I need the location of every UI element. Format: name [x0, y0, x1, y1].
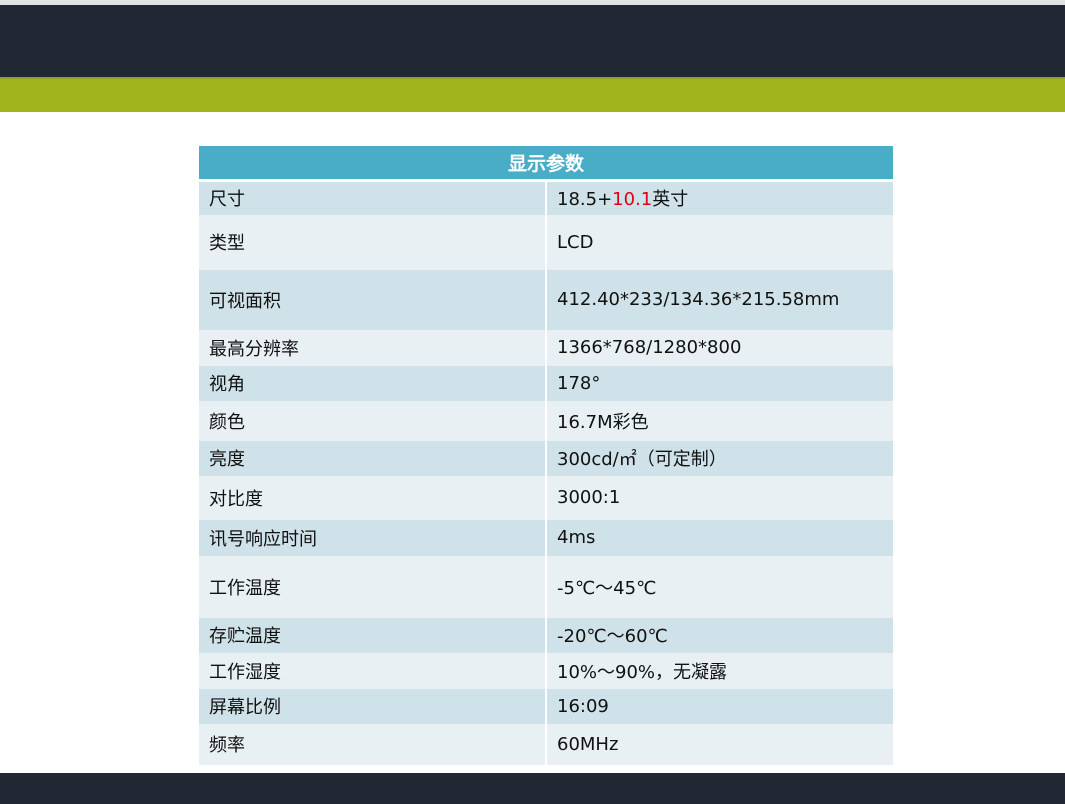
- value-prefix: 18.5+: [557, 189, 613, 211]
- row-value: LCD: [546, 214, 893, 270]
- row-label: 可视面积: [199, 269, 547, 330]
- row-label: 视角: [199, 365, 547, 401]
- header-bar: [0, 5, 1065, 77]
- row-label: 类型: [199, 214, 547, 270]
- row-label: 尺寸: [199, 180, 547, 215]
- table-row: 可视面积 412.40*233/134.36*215.58mm: [199, 269, 893, 330]
- row-value: 16:09: [546, 688, 893, 724]
- row-label: 屏幕比例: [199, 688, 547, 724]
- table-row: 屏幕比例 16:09: [199, 688, 893, 724]
- row-value: 60MHz: [546, 723, 893, 765]
- table-row: 亮度 300cd/㎡（可定制）: [199, 440, 893, 476]
- row-label: 工作温度: [199, 555, 547, 618]
- green-band: [0, 79, 1065, 112]
- row-value: 18.5+10.1英寸: [546, 180, 893, 215]
- row-value: 3000:1: [546, 475, 893, 520]
- row-value: 300cd/㎡（可定制）: [546, 440, 893, 476]
- row-value: 4ms: [546, 519, 893, 556]
- table-row: 视角 178°: [199, 365, 893, 401]
- table-row: 工作温度 -5℃～45℃: [199, 555, 893, 618]
- row-label: 颜色: [199, 400, 547, 441]
- table-header-row: 显示参数: [199, 146, 893, 182]
- table-title: 显示参数: [199, 146, 893, 182]
- row-label: 工作湿度: [199, 652, 547, 689]
- row-value: 1366*768/1280*800: [546, 329, 893, 366]
- table-row: 工作湿度 10%～90%，无凝露: [199, 652, 893, 689]
- row-value: -20℃～60℃: [546, 617, 893, 653]
- table-row: 存贮温度 -20℃～60℃: [199, 617, 893, 653]
- row-value: 16.7M彩色: [546, 400, 893, 441]
- table-row: 颜色 16.7M彩色: [199, 400, 893, 441]
- value-suffix: 英寸: [652, 189, 689, 211]
- row-label: 频率: [199, 723, 547, 765]
- table-row: 类型 LCD: [199, 214, 893, 270]
- row-value: 412.40*233/134.36*215.58mm: [546, 269, 893, 330]
- table-row: 尺寸 18.5+10.1英寸: [199, 180, 893, 215]
- row-value: 10%～90%，无凝露: [546, 652, 893, 689]
- row-value: 178°: [546, 365, 893, 401]
- table-row: 最高分辨率 1366*768/1280*800: [199, 329, 893, 366]
- row-label: 亮度: [199, 440, 547, 476]
- row-label: 讯号响应时间: [199, 519, 547, 556]
- value-highlight: 10.1: [612, 189, 653, 211]
- table-row: 频率 60MHz: [199, 723, 893, 765]
- row-value: -5℃～45℃: [546, 555, 893, 618]
- table-row: 对比度 3000:1: [199, 475, 893, 520]
- table-row: 讯号响应时间 4ms: [199, 519, 893, 556]
- row-label: 对比度: [199, 475, 547, 520]
- row-label: 最高分辨率: [199, 329, 547, 366]
- display-spec-table: 显示参数 尺寸 18.5+10.1英寸 类型 LCD 可视面积 412.40*2…: [199, 146, 893, 765]
- footer-bar: [0, 773, 1065, 804]
- row-label: 存贮温度: [199, 617, 547, 653]
